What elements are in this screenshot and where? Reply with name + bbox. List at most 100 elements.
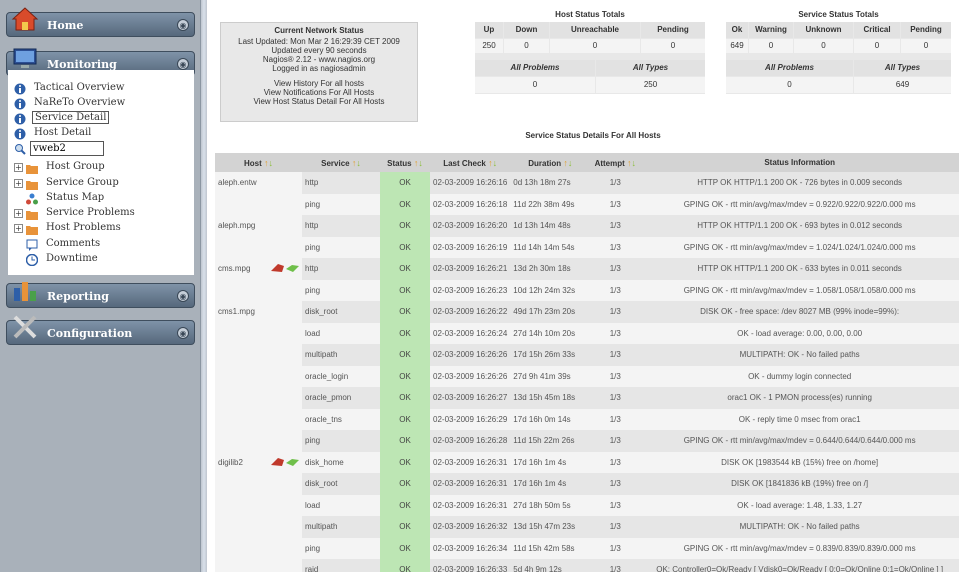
view-history-link[interactable]: View History For all hosts <box>221 79 417 88</box>
sort-desc-icon[interactable]: ↓ <box>356 158 361 168</box>
sort-desc-icon[interactable]: ↓ <box>269 158 274 168</box>
status-info-cell: DISK OK - free space: /dev 8027 MB (99% … <box>640 301 959 323</box>
host-cell[interactable] <box>215 322 302 344</box>
service-cell[interactable]: oracle_login <box>302 365 380 387</box>
svc-all-problems-header[interactable]: All Problems <box>726 60 853 76</box>
frame-splitter[interactable] <box>200 0 207 572</box>
svc-unknown-header[interactable]: Unknown <box>794 22 853 38</box>
host-cell[interactable] <box>215 344 302 366</box>
expand-icon[interactable]: + <box>14 179 23 188</box>
host-cell[interactable]: aleph.entw <box>215 172 302 194</box>
service-cell[interactable]: ping <box>302 279 380 301</box>
host-cell[interactable] <box>215 494 302 516</box>
service-cell[interactable]: ping <box>302 236 380 258</box>
service-cell[interactable]: multipath <box>302 516 380 538</box>
service-cell[interactable]: raid <box>302 559 380 572</box>
host-cell[interactable] <box>215 193 302 215</box>
expand-icon[interactable]: + <box>14 163 23 172</box>
host-cell[interactable] <box>215 279 302 301</box>
collapse-icon[interactable]: ◉ <box>177 58 189 70</box>
host-pending-header[interactable]: Pending <box>641 22 705 38</box>
table-row: oracle_tns OK 02-03-2009 16:26:29 17d 16h 0… <box>215 408 959 430</box>
host-column-header[interactable]: Host ↑↓ <box>215 153 302 172</box>
service-cell[interactable]: load <box>302 322 380 344</box>
expand-icon[interactable]: + <box>14 224 23 233</box>
duration-column-header[interactable]: Duration ↑↓ <box>510 153 591 172</box>
host-cell[interactable] <box>215 559 302 572</box>
info-icon <box>14 128 26 140</box>
info-icon <box>14 83 26 95</box>
host-cell[interactable]: cms.mpg <box>215 258 302 280</box>
host-up-header[interactable]: Up <box>475 22 503 38</box>
service-cell[interactable]: load <box>302 494 380 516</box>
svc-ok-header[interactable]: Ok <box>726 22 748 38</box>
view-host-status-link[interactable]: View Host Status Detail For All Hosts <box>221 97 417 106</box>
expand-icon[interactable]: + <box>14 209 23 218</box>
service-cell[interactable]: multipath <box>302 344 380 366</box>
comment-icon <box>26 239 38 251</box>
host-cell[interactable] <box>215 516 302 538</box>
folder-icon <box>26 226 38 235</box>
host-action-icon[interactable] <box>270 457 300 467</box>
host-down-header[interactable]: Down <box>504 22 549 38</box>
last-check-column-header[interactable]: Last Check ↑↓ <box>430 153 511 172</box>
status-cell: OK <box>380 473 430 495</box>
sort-desc-icon[interactable]: ↓ <box>418 158 423 168</box>
attempt-column-header[interactable]: Attempt ↑↓ <box>590 153 641 172</box>
host-cell[interactable]: digilib2 <box>215 451 302 473</box>
configuration-section[interactable]: Configuration ◉ <box>6 315 195 345</box>
last-check-cell: 02-03-2009 16:26:32 <box>430 516 511 538</box>
duration-cell: 13d 2h 30m 18s <box>510 258 591 280</box>
host-cell[interactable] <box>215 365 302 387</box>
host-cell[interactable]: cms1.mpg <box>215 301 302 323</box>
sort-desc-icon[interactable]: ↓ <box>493 158 498 168</box>
status-column-header[interactable]: Status ↑↓ <box>380 153 430 172</box>
sort-desc-icon[interactable]: ↓ <box>632 158 637 168</box>
status-info-cell: orac1 OK - 1 PMON process(es) running <box>640 387 959 409</box>
host-cell[interactable] <box>215 473 302 495</box>
service-cell[interactable]: ping <box>302 430 380 452</box>
svc-pending-header[interactable]: Pending <box>901 22 951 38</box>
service-column-header[interactable]: Service ↑↓ <box>302 153 380 172</box>
service-cell[interactable]: disk_root <box>302 301 380 323</box>
service-cell[interactable]: ping <box>302 193 380 215</box>
host-cell[interactable] <box>215 236 302 258</box>
host-all-problems-header[interactable]: All Problems <box>475 60 595 76</box>
last-check-cell: 02-03-2009 16:26:31 <box>430 473 511 495</box>
status-cell: OK <box>380 494 430 516</box>
host-cell[interactable]: aleph.mpg <box>215 215 302 237</box>
service-cell[interactable]: http <box>302 172 380 194</box>
home-section[interactable]: Home ◉ <box>6 7 195 37</box>
host-cell[interactable] <box>215 408 302 430</box>
attempt-cell: 1/3 <box>590 408 641 430</box>
duration-cell: 17d 16h 1m 4s <box>510 473 591 495</box>
svc-warning-header[interactable]: Warning <box>749 22 793 38</box>
service-cell[interactable]: http <box>302 258 380 280</box>
host-cell[interactable] <box>215 537 302 559</box>
service-cell[interactable]: disk_root <box>302 473 380 495</box>
svc-all-types-header[interactable]: All Types <box>854 60 951 76</box>
host-action-icon[interactable] <box>270 263 300 273</box>
reporting-section[interactable]: Reporting ◉ <box>6 282 195 308</box>
collapse-icon[interactable]: ◉ <box>177 327 189 339</box>
folder-icon <box>26 165 38 174</box>
search-input[interactable] <box>30 141 104 156</box>
service-cell[interactable]: oracle_tns <box>302 408 380 430</box>
service-cell[interactable]: disk_home <box>302 451 380 473</box>
collapse-icon[interactable]: ◉ <box>177 290 189 302</box>
svc-critical-header[interactable]: Critical <box>854 22 900 38</box>
collapse-icon[interactable]: ◉ <box>177 19 189 31</box>
host-unreachable-header[interactable]: Unreachable <box>550 22 640 38</box>
service-cell[interactable]: oracle_pmon <box>302 387 380 409</box>
host-cell[interactable] <box>215 387 302 409</box>
attempt-cell: 1/3 <box>590 365 641 387</box>
table-row: cms.mpg http OK 02-03-2009 16:26:21 13d 2h 3… <box>215 258 959 280</box>
sort-desc-icon[interactable]: ↓ <box>568 158 573 168</box>
service-cell[interactable]: http <box>302 215 380 237</box>
folder-icon <box>26 181 38 190</box>
duration-cell: 27d 18h 50m 5s <box>510 494 591 516</box>
host-cell[interactable] <box>215 430 302 452</box>
host-all-types-header[interactable]: All Types <box>596 60 705 76</box>
service-cell[interactable]: ping <box>302 537 380 559</box>
view-notifications-link[interactable]: View Notifications For All Hosts <box>221 88 417 97</box>
